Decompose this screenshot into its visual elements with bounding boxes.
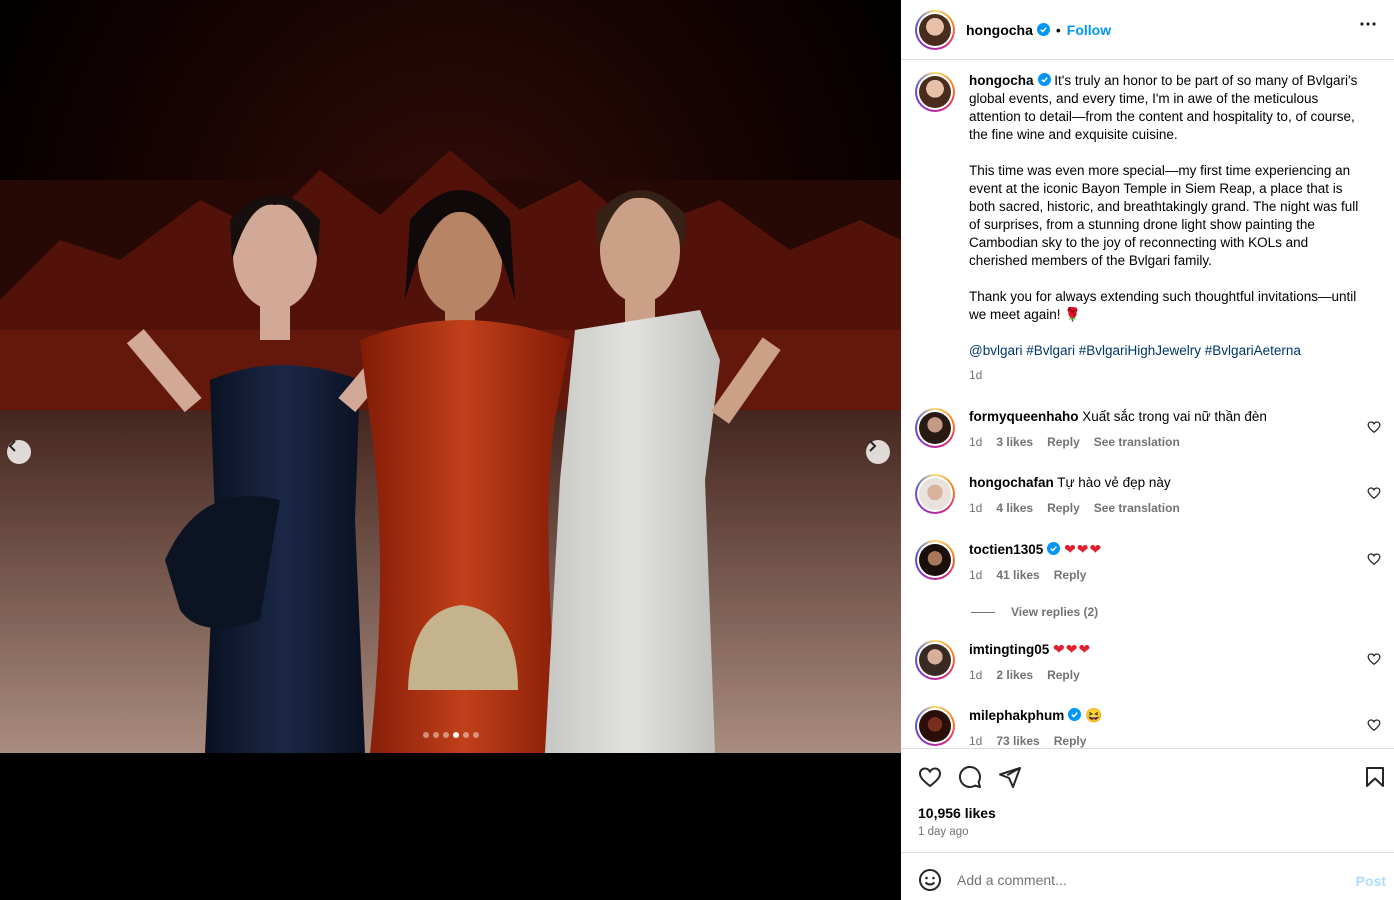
comment-item: formyqueenhaho Xuất sắc trong vai nữ thầ…: [915, 408, 1385, 451]
commenter-avatar[interactable]: [915, 408, 955, 448]
likes-count[interactable]: 10,956 likes: [918, 805, 996, 821]
comment-like-heart-icon[interactable]: [1367, 552, 1381, 566]
post-comment-button[interactable]: Post: [1356, 873, 1386, 889]
post-side-panel: hongocha • Follow hongocha It's truly an…: [901, 0, 1394, 900]
author-username[interactable]: hongocha: [966, 22, 1033, 38]
commenter-avatar[interactable]: [915, 706, 955, 746]
carousel-dot: [442, 732, 449, 738]
caption-time[interactable]: 1d: [969, 368, 982, 382]
verified-badge-icon: [1068, 708, 1082, 721]
comment-item: hongochafan Tự hào vẻ đẹp này 1d 4 likes Re…: [915, 474, 1385, 517]
reply-button[interactable]: Reply: [1047, 435, 1080, 449]
carousel-dot: [472, 732, 479, 738]
comment-likes[interactable]: 41 likes: [996, 568, 1039, 582]
comment-time[interactable]: 1d: [969, 668, 982, 682]
caption-paragraph-3: Thank you for always extending such thou…: [969, 289, 1357, 322]
share-icon[interactable]: [998, 765, 1022, 789]
see-translation-button[interactable]: See translation: [1094, 501, 1180, 515]
carousel-dot: [452, 732, 459, 738]
reply-button[interactable]: Reply: [1054, 568, 1087, 582]
comment-icon[interactable]: [958, 765, 982, 789]
commenter-username[interactable]: toctien1305: [969, 542, 1043, 557]
chevron-left-icon: [8, 440, 16, 452]
caption-username[interactable]: hongocha: [969, 73, 1034, 88]
commenter-username[interactable]: imtingting05: [969, 642, 1049, 657]
comment-likes[interactable]: 2 likes: [996, 668, 1033, 682]
reply-button[interactable]: Reply: [1047, 668, 1080, 682]
carousel-dot: [462, 732, 469, 738]
reply-button[interactable]: Reply: [1054, 734, 1087, 748]
commenter-username[interactable]: hongochafan: [969, 475, 1054, 490]
save-bookmark-icon[interactable]: [1363, 765, 1387, 789]
comment-item: toctien1305 ❤❤❤ 1d 41 likes Reply: [915, 540, 1385, 584]
comment-time[interactable]: 1d: [969, 734, 982, 748]
comment-time[interactable]: 1d: [969, 435, 982, 449]
add-comment-bar: Post: [901, 852, 1394, 900]
carousel-indicator: [0, 732, 901, 738]
previous-photo-button[interactable]: [7, 440, 31, 464]
comment-text: Tự hào vẻ đẹp này: [1057, 475, 1171, 490]
comment-time[interactable]: 1d: [969, 568, 982, 582]
emoji-picker-icon[interactable]: [918, 868, 942, 892]
verified-badge-icon: [1047, 542, 1061, 555]
carousel-dot: [422, 732, 429, 738]
like-heart-icon[interactable]: [918, 765, 942, 789]
post-photo[interactable]: [0, 0, 901, 753]
comment-likes[interactable]: 3 likes: [996, 435, 1033, 449]
view-replies-button[interactable]: View replies (2): [971, 605, 1098, 619]
comment-like-heart-icon[interactable]: [1367, 718, 1381, 732]
comment-item: imtingting05 ❤❤❤ 1d 2 likes Reply: [915, 640, 1385, 684]
view-replies-label: View replies (2): [1011, 605, 1099, 619]
caption-hashtags[interactable]: @bvlgari #Bvlgari #BvlgariHighJewelry #B…: [969, 342, 1369, 360]
caption-avatar[interactable]: [915, 72, 955, 112]
author-avatar[interactable]: [915, 9, 955, 50]
verified-badge-icon: [1036, 23, 1050, 36]
post-actions: 10,956 likes 1 day ago: [901, 748, 1394, 852]
post-caption: hongocha It's truly an honor to be part …: [915, 72, 1385, 384]
carousel-dot: [432, 732, 439, 738]
more-options-icon[interactable]: [1360, 22, 1376, 26]
commenter-username[interactable]: milephakphum: [969, 708, 1064, 723]
comment-text: 😆: [1085, 707, 1104, 723]
post-time[interactable]: 1 day ago: [918, 826, 969, 838]
photo-illustration: [0, 0, 901, 753]
comment-text: ❤❤❤: [1053, 641, 1092, 657]
header-separator: •: [1055, 21, 1061, 38]
chevron-right-icon: [869, 440, 877, 452]
comment-time[interactable]: 1d: [969, 501, 982, 515]
comment-like-heart-icon[interactable]: [1367, 420, 1381, 434]
caption-paragraph-2: This time was even more special—my first…: [969, 163, 1359, 268]
post-header: hongocha • Follow: [901, 0, 1394, 60]
follow-button[interactable]: Follow: [1067, 22, 1111, 38]
comments-scroll-area[interactable]: hongocha It's truly an honor to be part …: [901, 60, 1394, 748]
caption-paragraph-1: hongocha It's truly an honor to be part …: [969, 72, 1369, 144]
post-media: [0, 0, 901, 900]
comment-text: Xuất sắc trong vai nữ thần đèn: [1082, 409, 1267, 424]
comment-item: milephakphum 😆 1d 73 likes Reply: [915, 706, 1385, 748]
commenter-avatar[interactable]: [915, 540, 955, 580]
comment-likes[interactable]: 4 likes: [996, 501, 1033, 515]
verified-badge-icon: [1037, 73, 1051, 86]
comment-likes[interactable]: 73 likes: [996, 734, 1039, 748]
commenter-avatar[interactable]: [915, 474, 955, 514]
next-photo-button[interactable]: [866, 440, 890, 464]
comment-like-heart-icon[interactable]: [1367, 486, 1381, 500]
reply-button[interactable]: Reply: [1047, 501, 1080, 515]
see-translation-button[interactable]: See translation: [1094, 435, 1180, 449]
comment-input[interactable]: [957, 865, 1337, 895]
comment-text: ❤❤❤: [1064, 541, 1103, 557]
comment-like-heart-icon[interactable]: [1367, 652, 1381, 666]
commenter-username[interactable]: formyqueenhaho: [969, 409, 1079, 424]
commenter-avatar[interactable]: [915, 640, 955, 680]
